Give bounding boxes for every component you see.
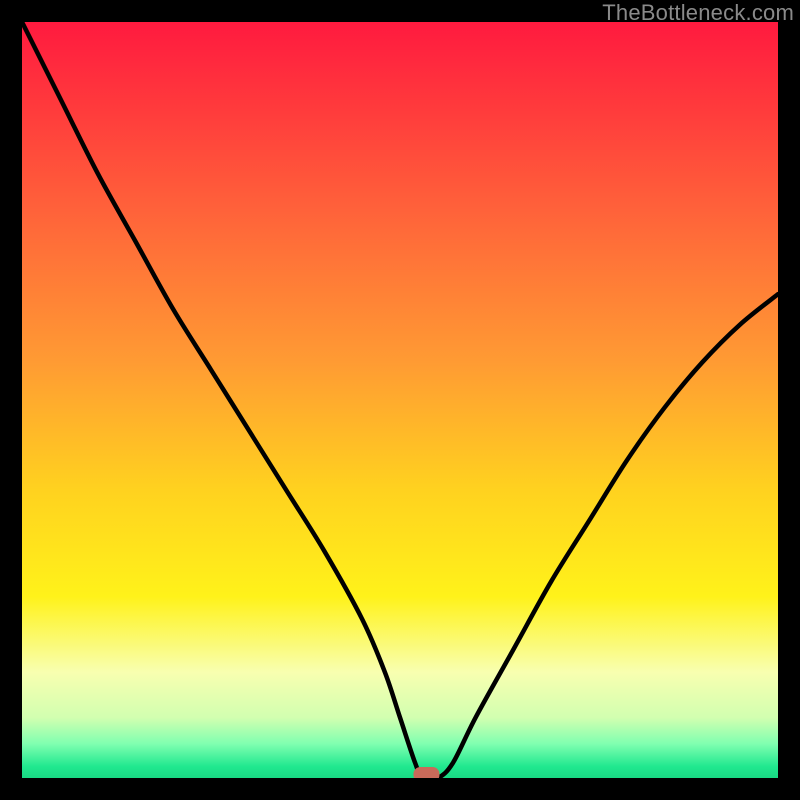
plot-background	[22, 22, 778, 778]
optimum-marker-icon	[413, 767, 439, 778]
bottleneck-chart	[22, 22, 778, 778]
chart-frame: TheBottleneck.com	[0, 0, 800, 800]
